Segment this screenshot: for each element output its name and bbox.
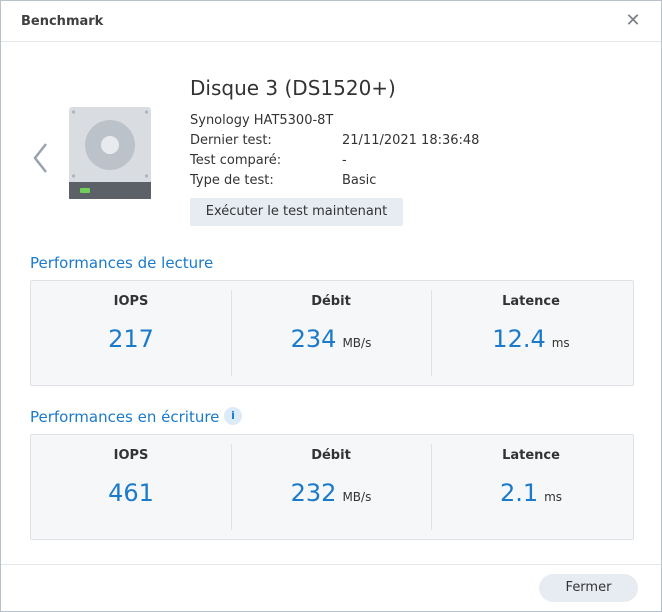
chevron-left-icon[interactable]: [31, 141, 51, 175]
metric-value: 12.4: [492, 325, 546, 353]
metric-value: 234: [290, 325, 337, 353]
metric-value: 232: [290, 479, 337, 507]
disk-name: Disque 3 (DS1520+): [190, 76, 396, 100]
metric-value: 2.1: [499, 479, 539, 507]
metric-value: 461: [108, 479, 154, 507]
run-test-now-button[interactable]: Exécuter le test maintenant: [190, 198, 403, 226]
test-type-value: Basic: [342, 173, 377, 188]
metric-label: Débit: [311, 294, 351, 309]
metric-label: IOPS: [113, 294, 149, 309]
hard-disk-icon: [69, 107, 151, 199]
info-icon[interactable]: i: [224, 407, 242, 425]
metric-label: IOPS: [113, 448, 149, 463]
metric-value: 217: [108, 325, 154, 353]
metric-label: Latence: [502, 448, 560, 463]
read-performance-panel: IOPS 217 Débit 234 MB/s Latence 12.4 ms: [30, 280, 634, 386]
read-latency-metric: Latence 12.4 ms: [431, 281, 631, 385]
benchmark-dialog: Benchmark ✕ Disque 3 (DS1520+) Synology …: [0, 0, 662, 612]
metric-unit: MB/s: [342, 490, 372, 504]
metric-unit: ms: [544, 490, 563, 504]
metric-unit: MB/s: [342, 336, 372, 350]
disk-model: Synology HAT5300-8T: [190, 113, 334, 128]
metric-unit: ms: [551, 336, 570, 350]
metric-label: Latence: [502, 294, 560, 309]
compared-test-label: Test comparé:: [190, 153, 282, 168]
dialog-title: Benchmark: [21, 14, 104, 29]
compared-test-value: -: [342, 153, 347, 168]
write-throughput-metric: Débit 232 MB/s: [231, 435, 431, 539]
write-performance-panel: IOPS 461 Débit 232 MB/s Latence 2.1 ms: [30, 434, 634, 540]
metric-label: Débit: [311, 448, 351, 463]
write-latency-metric: Latence 2.1 ms: [431, 435, 631, 539]
write-iops-metric: IOPS 461: [31, 435, 231, 539]
read-throughput-metric: Débit 234 MB/s: [231, 281, 431, 385]
write-performance-title: Performances en écriture: [30, 408, 220, 426]
close-icon[interactable]: ✕: [623, 11, 643, 31]
footer-divider: [1, 564, 661, 565]
close-button[interactable]: Fermer: [539, 574, 638, 602]
read-performance-title: Performances de lecture: [30, 254, 214, 272]
last-test-value: 21/11/2021 18:36:48: [342, 133, 480, 148]
test-type-label: Type de test:: [190, 173, 274, 188]
title-bar: Benchmark ✕: [1, 1, 661, 42]
last-test-label: Dernier test:: [190, 133, 272, 148]
read-iops-metric: IOPS 217: [31, 281, 231, 385]
